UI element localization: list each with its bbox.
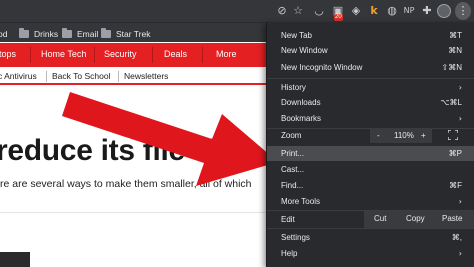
- menu-item-new-incognito-window[interactable]: New Incognito Window ⇧⌘N: [267, 60, 474, 75]
- copy-button[interactable]: Copy: [406, 214, 425, 223]
- menu-item-new-tab[interactable]: New Tab ⌘T: [267, 28, 474, 43]
- menu-item-settings[interactable]: Settings ⌘,: [267, 230, 474, 245]
- red-arrow-shape: [62, 92, 278, 186]
- zoom-out-button[interactable]: -: [377, 131, 380, 140]
- chrome-main-menu: New Tab ⌘T New Window ⌘N New Incognito W…: [266, 22, 474, 267]
- zoom-in-button[interactable]: +: [421, 131, 426, 140]
- menu-item-print[interactable]: Print... ⌘P: [267, 146, 474, 161]
- chevron-right-icon: ›: [458, 197, 462, 206]
- paste-button[interactable]: Paste: [442, 214, 462, 223]
- zoom-level: 110%: [394, 131, 414, 140]
- menu-item-cast[interactable]: Cast...: [267, 162, 474, 177]
- menu-item-history[interactable]: History ›: [267, 80, 474, 95]
- cut-button[interactable]: Cut: [374, 214, 386, 223]
- menu-item-downloads[interactable]: Downloads ⌥⌘L: [267, 95, 474, 110]
- chevron-right-icon: ›: [458, 83, 462, 92]
- menu-item-bookmarks[interactable]: Bookmarks ›: [267, 111, 474, 126]
- chevron-right-icon: ›: [458, 114, 462, 123]
- menu-item-help[interactable]: Help ›: [267, 246, 474, 261]
- menu-item-new-window[interactable]: New Window ⌘N: [267, 43, 474, 58]
- menu-separator: [267, 228, 474, 229]
- menu-item-more-tools[interactable]: More Tools ›: [267, 194, 474, 209]
- menu-separator: [267, 78, 474, 79]
- chevron-right-icon: ›: [458, 249, 462, 258]
- fullscreen-icon[interactable]: [448, 130, 458, 140]
- menu-item-find[interactable]: Find... ⌘F: [267, 178, 474, 193]
